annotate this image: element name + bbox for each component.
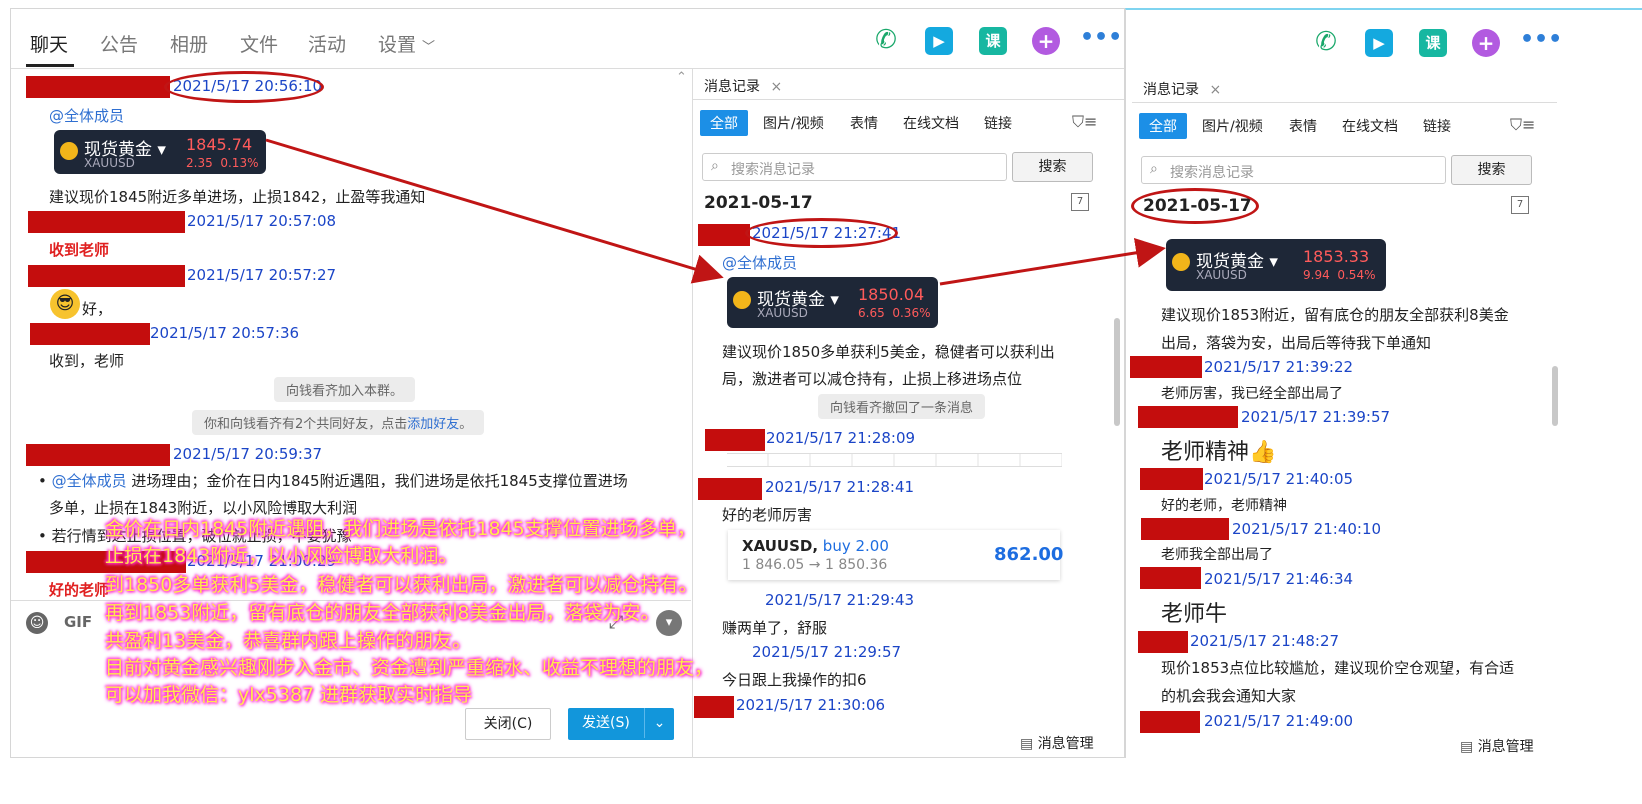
annotation-arrow [265, 138, 724, 284]
annotation-arrow [939, 237, 1166, 286]
overlay-line: 共盈利13美金，恭喜群内跟上操作的朋友。 [105, 630, 472, 652]
overlay-line: 目前对黄金感兴趣刚步入金市、资金遭到严重缩水、收益不理想的朋友， [105, 657, 714, 679]
overlay-line: 止损在1843附近，以小风险博取大利润。 [105, 545, 458, 567]
overlay-line: 金价在日内1845附近遇阻，我们进场是依托1845支撑位置进场多单， [105, 518, 696, 540]
overlay-line: 再到1853附近，留有底仓的朋友全部获利8美金出局，落袋为安。 [105, 602, 660, 624]
overlay-line: 可以加我微信：ylx5387 进群获取实时指导 [105, 684, 473, 706]
overlay-line: 到1850多单获利5美金，稳健者可以获利出局，激进者可以减仓持有。 [105, 574, 698, 596]
